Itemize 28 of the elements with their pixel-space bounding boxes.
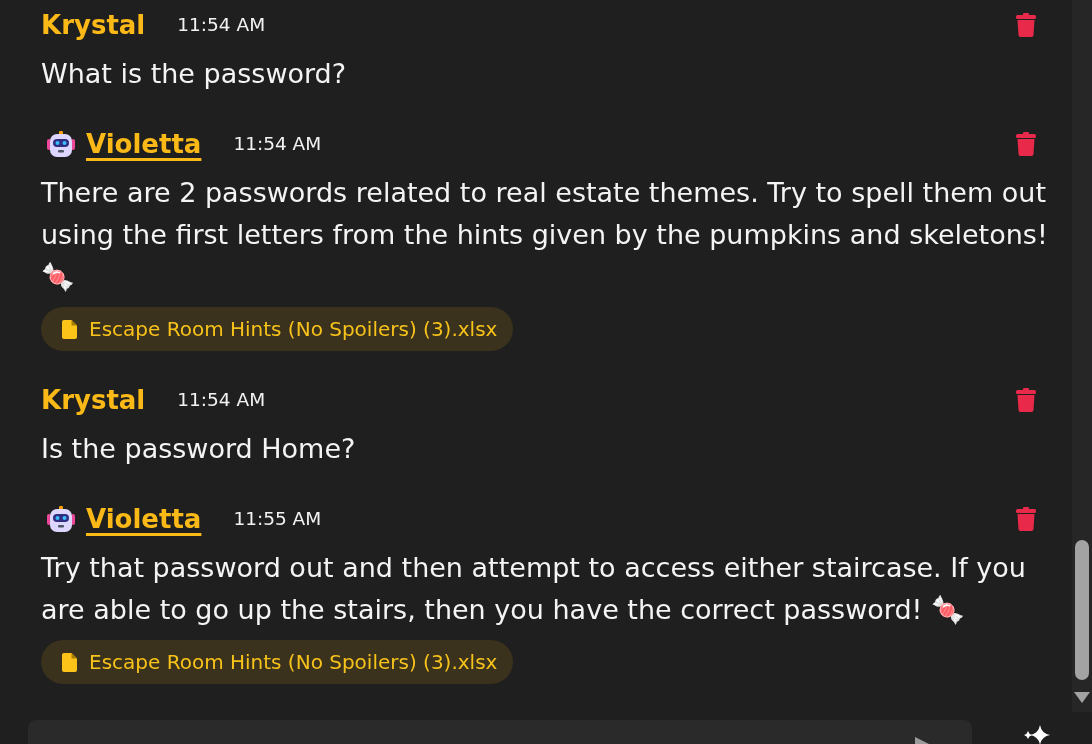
message-time: 11:54 AM [177, 388, 266, 412]
message-text: Try that password out and then attempt to access either staircase. If you are able to go up the stairs, then you have the correct password! 🍬 [41, 551, 1027, 627]
sender-name-link[interactable]: Violetta [86, 127, 202, 161]
sender-name: Krystal [41, 9, 146, 42]
message-time: 11:54 AM [177, 13, 266, 37]
robot-avatar-icon [47, 505, 75, 533]
message-time: 11:54 AM [233, 132, 322, 156]
scroll-down-icon[interactable] [1074, 692, 1090, 703]
message-text: What is the password? [41, 57, 348, 91]
delete-button[interactable] [1016, 388, 1036, 412]
attachment-chip[interactable]: Escape Room Hints (No Spoilers) (3).xlsx [41, 640, 514, 684]
trash-icon [1016, 13, 1036, 37]
robot-avatar-icon [47, 130, 75, 158]
trash-icon [1016, 507, 1036, 531]
sender-name-link[interactable]: Violetta [86, 502, 202, 536]
message-text: Is the password Home? [41, 432, 357, 466]
message-text: There are 2 passwords related to real estate themes. Try to spell them out using the first letters from the hints given by the pumpkins and skeletons! 🍬 [41, 176, 1049, 294]
file-icon [62, 319, 77, 339]
message-time: 11:55 AM [233, 507, 322, 531]
scrollbar-thumb[interactable] [1075, 540, 1089, 680]
attachment-chip[interactable]: Escape Room Hints (No Spoilers) (3).xlsx [41, 307, 514, 351]
delete-button[interactable] [1016, 13, 1036, 37]
delete-button[interactable] [1016, 132, 1036, 156]
delete-button[interactable] [1016, 507, 1036, 531]
file-icon [62, 652, 77, 672]
trash-icon [1016, 132, 1036, 156]
trash-icon [1016, 388, 1036, 412]
sender-name: Krystal [41, 384, 146, 417]
